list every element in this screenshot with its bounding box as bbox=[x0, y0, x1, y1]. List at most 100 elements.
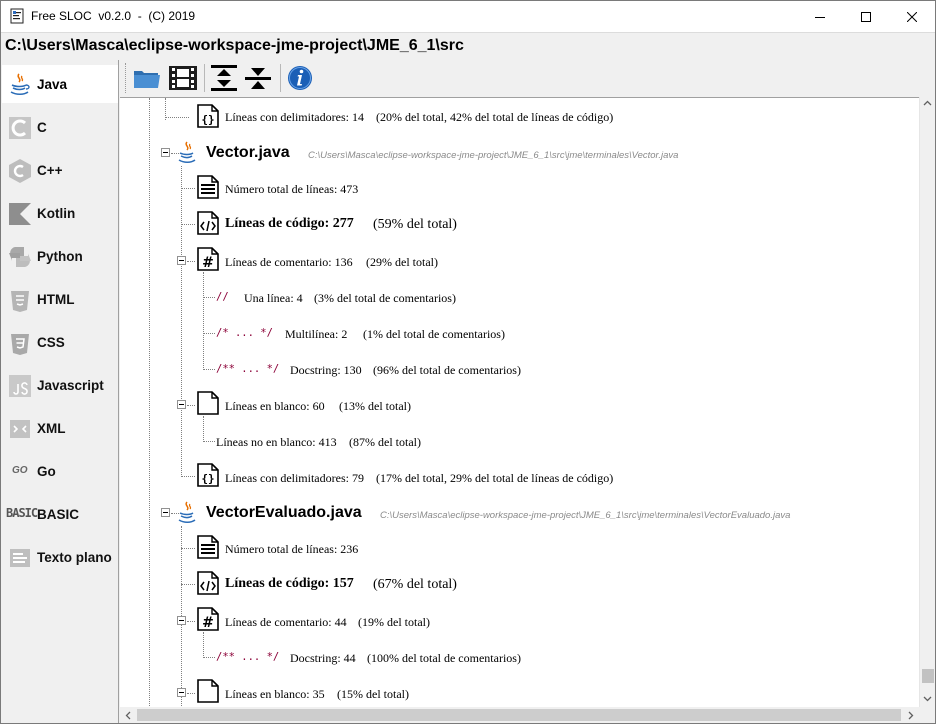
maximize-icon bbox=[861, 11, 871, 22]
total-lines-label: Número total de líneas: 473 bbox=[225, 182, 359, 196]
maximize-button[interactable] bbox=[843, 1, 889, 32]
info-icon bbox=[288, 66, 312, 90]
tree-toggle[interactable] bbox=[177, 688, 186, 697]
sidebar-item-label: Go bbox=[37, 464, 56, 479]
sidebar-item-javascript[interactable]: Javascript bbox=[2, 366, 118, 404]
sidebar-item-java[interactable]: Java bbox=[2, 65, 118, 103]
tree-toggle[interactable] bbox=[161, 148, 170, 157]
film-icon bbox=[169, 66, 197, 90]
expand-all-icon bbox=[211, 65, 237, 91]
comment-lines-label: Líneas de comentario: 44 bbox=[225, 615, 347, 629]
tree-guide bbox=[203, 416, 204, 442]
tree-guide bbox=[203, 297, 215, 298]
total-lines-label: Número total de líneas: 236 bbox=[225, 542, 359, 556]
sidebar-item-label: C bbox=[37, 120, 47, 135]
vertical-scrollbar[interactable] bbox=[919, 97, 935, 707]
tree-guide bbox=[149, 98, 150, 707]
scroll-down-icon[interactable] bbox=[923, 694, 932, 703]
sidebar-item-label: Java bbox=[37, 77, 68, 92]
file-path: C:\Users\Masca\eclipse-workspace-jme-pro… bbox=[380, 510, 791, 521]
tree-toggle[interactable] bbox=[177, 400, 186, 409]
app-window: Free SLOC v0.2.0 - (C) 2019 C:\Users\Mas… bbox=[0, 0, 936, 724]
sidebar-item-css[interactable]: CSS bbox=[2, 323, 118, 361]
code-lines-label: Líneas de código: 277 bbox=[225, 216, 354, 231]
minimize-icon bbox=[815, 16, 825, 18]
docstring-lines-percent: (96% del total de comentarios) bbox=[373, 363, 521, 377]
blank-lines-percent: (13% del total) bbox=[339, 399, 411, 413]
comment-lines-percent: (19% del total) bbox=[358, 615, 430, 629]
toolbar bbox=[120, 60, 935, 97]
collapse-all-icon bbox=[245, 68, 271, 89]
delimiter-lines-percent: (17% del total, 29% del total de líneas … bbox=[376, 471, 614, 485]
single-line-comments-label: Una línea: 4 bbox=[244, 291, 303, 305]
scroll-right-icon[interactable] bbox=[906, 711, 915, 720]
tree-toggle[interactable] bbox=[177, 256, 186, 265]
non-blank-lines-percent: (87% del total) bbox=[349, 435, 421, 449]
blank-lines-label: Líneas en blanco: 60 bbox=[225, 399, 325, 413]
tree-guide bbox=[165, 117, 189, 118]
sidebar-item-cpp[interactable]: C++ bbox=[2, 151, 118, 189]
close-button[interactable] bbox=[889, 1, 935, 32]
sidebar-item-label: Texto plano bbox=[37, 550, 112, 565]
tree-toggle[interactable] bbox=[177, 616, 186, 625]
path-bar: C:\Users\Masca\eclipse-workspace-jme-pro… bbox=[1, 32, 935, 59]
tree-toggle[interactable] bbox=[161, 508, 170, 517]
basic-icon: BASIC bbox=[6, 506, 38, 520]
delimiter-lines-label: Líneas con delimitadores: 14 bbox=[225, 110, 364, 124]
sidebar-item-label: HTML bbox=[37, 292, 75, 307]
open-folder-icon bbox=[134, 71, 160, 88]
sidebar-item-html[interactable]: HTML bbox=[2, 280, 118, 318]
kotlin-icon bbox=[9, 203, 31, 225]
multiline-comments-percent: (1% del total de comentarios) bbox=[363, 327, 505, 341]
scroll-left-icon[interactable] bbox=[124, 711, 133, 720]
single-line-comments-percent: (3% del total de comentarios) bbox=[314, 291, 456, 305]
file-path: C:\Users\Masca\eclipse-workspace-jme-pro… bbox=[308, 150, 679, 161]
docstring-lines-percent: (100% del total de comentarios) bbox=[367, 651, 521, 665]
delimiter-lines-percent: (20% del total, 42% del total de líneas … bbox=[376, 110, 614, 124]
app-logo-icon bbox=[10, 8, 24, 24]
horizontal-scrollbar[interactable] bbox=[120, 707, 919, 723]
toolbar-grip bbox=[125, 63, 128, 93]
sidebar-item-label: XML bbox=[37, 421, 66, 436]
expand-all-button[interactable] bbox=[208, 63, 240, 93]
info-button[interactable] bbox=[284, 63, 316, 93]
minimize-button[interactable] bbox=[797, 1, 843, 32]
scroll-up-icon[interactable] bbox=[923, 99, 932, 108]
collapse-all-button[interactable] bbox=[242, 63, 274, 93]
title-bar[interactable]: Free SLOC v0.2.0 - (C) 2019 bbox=[1, 1, 935, 32]
file-name: VectorEvaluado.java bbox=[206, 504, 362, 521]
current-path: C:\Users\Masca\eclipse-workspace-jme-pro… bbox=[5, 37, 464, 54]
code-file-icon bbox=[197, 571, 219, 595]
cpp-icon bbox=[9, 159, 31, 183]
code-lines-percent: (59% del total) bbox=[373, 217, 457, 232]
tree-guide bbox=[203, 657, 215, 658]
tree-guide bbox=[181, 548, 195, 549]
sidebar-item-label: BASIC bbox=[37, 507, 80, 522]
sidebar-item-texto-plano[interactable]: Texto plano bbox=[2, 538, 118, 576]
docstring-symbol: /** ... */ bbox=[216, 651, 280, 663]
window-title: Free SLOC v0.2.0 - (C) 2019 bbox=[31, 9, 196, 23]
language-sidebar: Java C C++ Kotlin Python HTML CSS Javasc… bbox=[2, 60, 119, 723]
sidebar-item-python[interactable]: Python bbox=[2, 237, 118, 275]
hash-file-icon: # bbox=[197, 247, 219, 271]
vertical-scroll-thumb[interactable] bbox=[922, 669, 934, 683]
results-tree[interactable]: {} Líneas con delimitadores: 14 (20% del… bbox=[120, 97, 919, 707]
braces-file-icon: {} bbox=[197, 463, 219, 487]
xml-icon bbox=[10, 420, 30, 438]
sidebar-item-basic[interactable]: BASIC BASIC bbox=[2, 495, 118, 533]
film-button[interactable] bbox=[167, 63, 199, 93]
sidebar-item-kotlin[interactable]: Kotlin bbox=[2, 194, 118, 232]
tree-guide bbox=[181, 166, 182, 477]
sidebar-item-go[interactable]: GO Go bbox=[2, 452, 118, 490]
tree-guide bbox=[187, 405, 195, 406]
horizontal-scroll-thumb[interactable] bbox=[137, 709, 901, 721]
comment-lines-percent: (29% del total) bbox=[366, 255, 438, 269]
hash-file-icon: # bbox=[197, 607, 219, 631]
sidebar-item-xml[interactable]: XML bbox=[2, 409, 118, 447]
sidebar-item-c[interactable]: C bbox=[2, 108, 118, 146]
delimiter-lines-label: Líneas con delimitadores: 79 bbox=[225, 471, 364, 485]
open-folder-button[interactable] bbox=[131, 63, 163, 93]
svg-text:{}: {} bbox=[201, 113, 214, 126]
sidebar-item-label: Kotlin bbox=[37, 206, 76, 221]
blank-file-icon bbox=[197, 391, 219, 415]
